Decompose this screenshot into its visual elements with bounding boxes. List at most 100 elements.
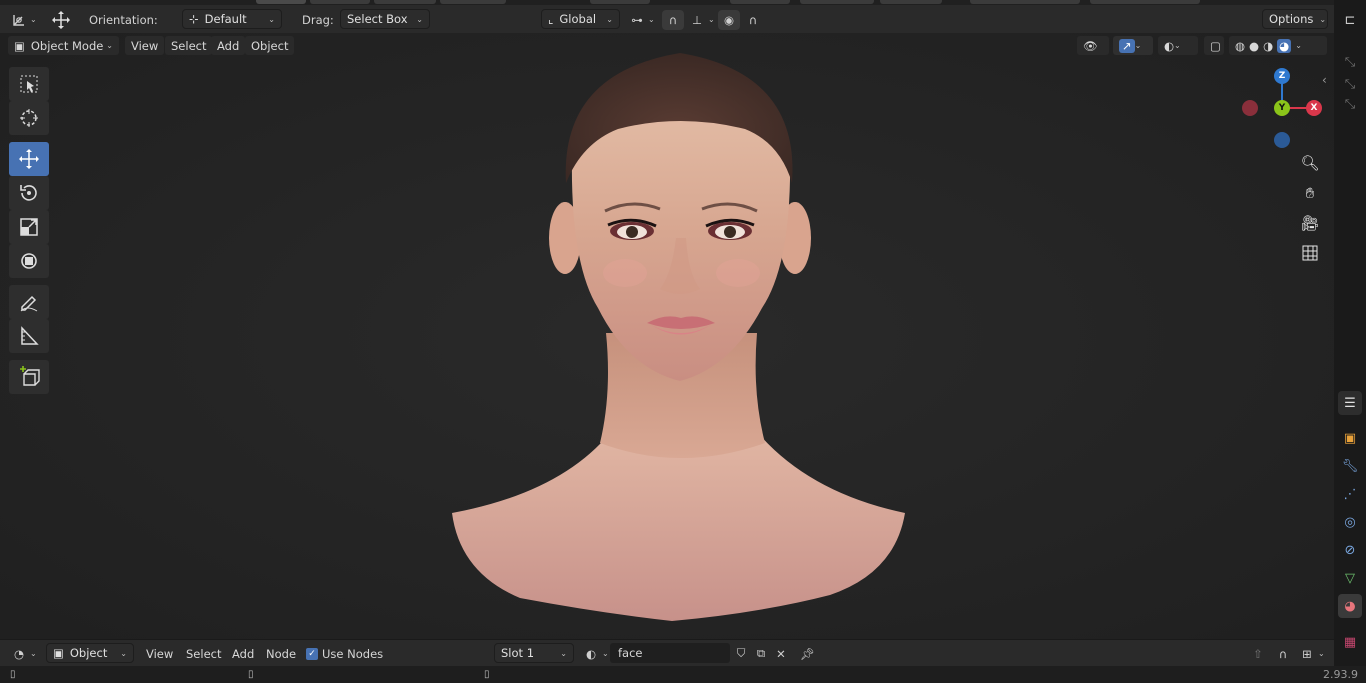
gizmo-x-axis[interactable]: X bbox=[1306, 100, 1322, 116]
drag-dropdown[interactable]: Select Box ⌄ bbox=[340, 9, 430, 29]
snap-element-dropdown[interactable]: ⊥ ⌄ bbox=[686, 9, 715, 30]
snap-element-dropdown[interactable]: ⊞ ⌄ bbox=[1296, 643, 1325, 664]
workspace-tab[interactable] bbox=[440, 0, 506, 4]
material-icon[interactable]: ◕ bbox=[1338, 594, 1362, 618]
sidebar-toggle-chevron-icon[interactable]: ‹ bbox=[1322, 73, 1327, 87]
visibility-dropdown[interactable]: 👁 bbox=[1077, 36, 1109, 55]
orientation-dropdown[interactable]: ⊹ Default ⌄ bbox=[182, 9, 282, 29]
camera-icon[interactable]: 🎥︎ bbox=[1298, 211, 1322, 235]
3d-viewport[interactable]: ▣ Object Mode ⌄ View Select Add Object 👁… bbox=[0, 33, 1334, 639]
material-name-field[interactable]: face bbox=[610, 643, 730, 663]
workspace-tab[interactable] bbox=[374, 0, 436, 4]
tool-settings-tab-icon[interactable]: ☰ bbox=[1338, 391, 1362, 415]
object-mode-dropdown[interactable]: ▣ Object Mode ⌄ bbox=[8, 36, 119, 55]
menu-select[interactable]: Select bbox=[165, 36, 213, 55]
gizmo-neg-z-axis[interactable] bbox=[1274, 132, 1290, 148]
menu-select[interactable]: Select bbox=[180, 644, 228, 663]
material-preview-shading-icon[interactable]: ◑ bbox=[1263, 39, 1273, 53]
menu-node[interactable]: Node bbox=[260, 644, 303, 663]
workspace-tab-active[interactable] bbox=[256, 0, 306, 4]
gizmo-neg-x-axis[interactable] bbox=[1242, 100, 1258, 116]
chevron-down-icon: ⌄ bbox=[106, 41, 113, 50]
options-dropdown[interactable]: Options ⌄ bbox=[1262, 9, 1328, 29]
workspace-tab[interactable] bbox=[310, 0, 370, 4]
transform-orientation-dropdown[interactable]: ⌞ Global ⌄ bbox=[541, 9, 620, 29]
shader-type-dropdown[interactable]: ▣ Object ⌄ bbox=[46, 643, 134, 663]
tool-transform[interactable] bbox=[9, 244, 49, 278]
proportional-edit-icon: ◉ bbox=[718, 9, 740, 30]
menu-add[interactable]: Add bbox=[226, 644, 261, 663]
tool-rotate[interactable] bbox=[9, 176, 49, 210]
gizmo-toggle[interactable]: ↗ ⌄ bbox=[1113, 36, 1153, 55]
editor-type-selector[interactable]: ⌄ bbox=[8, 9, 37, 30]
zoom-icon[interactable]: 🔍︎ bbox=[1298, 151, 1322, 175]
wireframe-shading-icon[interactable]: ◍ bbox=[1235, 39, 1245, 53]
add-cube-icon bbox=[20, 366, 40, 386]
gizmo-z-axis[interactable]: Z bbox=[1274, 68, 1290, 84]
tool-annotate[interactable] bbox=[9, 285, 49, 319]
workspace-tab[interactable] bbox=[590, 0, 650, 4]
chevron-down-icon: ⌄ bbox=[1295, 41, 1302, 50]
tool-cursor[interactable] bbox=[9, 101, 49, 135]
move-icon bbox=[19, 149, 39, 169]
overlays-icon: ◐ bbox=[1164, 38, 1175, 53]
material-name-value: face bbox=[618, 646, 643, 660]
magnet-icon: ∩ bbox=[662, 9, 684, 30]
perspective-grid-icon[interactable] bbox=[1298, 241, 1322, 265]
active-tool-move-icon[interactable] bbox=[50, 9, 72, 30]
pan-hand-icon[interactable]: ✋︎ bbox=[1298, 181, 1322, 205]
snap-toggle[interactable]: ∩ bbox=[662, 9, 684, 30]
orientation-icon: ⊹ bbox=[189, 12, 199, 26]
fake-user-toggle[interactable]: ⛉ bbox=[730, 643, 752, 664]
orientation-value: Default bbox=[204, 12, 247, 26]
tool-select-box[interactable] bbox=[9, 67, 49, 101]
overlays-dropdown[interactable]: ◐ ⌄ bbox=[1158, 36, 1198, 55]
object-mode-icon: ▣ bbox=[14, 38, 25, 53]
xray-toggle[interactable]: ▢ bbox=[1204, 36, 1224, 55]
tool-scale[interactable] bbox=[9, 210, 49, 244]
menu-add[interactable]: Add bbox=[211, 36, 246, 55]
browse-material-dropdown[interactable]: ◐ ⌄ bbox=[580, 643, 609, 664]
texture-checker-icon[interactable]: ▦ bbox=[1338, 630, 1362, 654]
workspace-tab[interactable] bbox=[880, 0, 942, 4]
chevron-down-icon: ⌄ bbox=[1174, 41, 1181, 50]
modifier-wrench-icon[interactable]: 🔧︎ bbox=[1338, 454, 1362, 478]
viewport-header: ▣ Object Mode ⌄ View Select Add Object 👁… bbox=[0, 33, 1334, 57]
snap-toggle[interactable]: ∩ bbox=[1272, 643, 1294, 664]
constraints-icon[interactable]: ⊘ bbox=[1338, 538, 1362, 562]
pivot-point-dropdown[interactable]: ⊶ ⌄ bbox=[626, 9, 654, 30]
tool-move[interactable] bbox=[9, 142, 49, 176]
proportional-falloff-dropdown[interactable]: ∩ bbox=[742, 9, 764, 30]
blender-window: ⌄ Orientation: ⊹ Default ⌄ Drag: Select … bbox=[0, 0, 1366, 683]
properties-tab-strip: ⊏ ⤡ ⤡ ⤡ ☰ ▣ 🔧︎ ⋰ ◎ ⊘ ▽ ◕ ▦ bbox=[1334, 0, 1366, 683]
shield-icon: ⛉ bbox=[736, 646, 746, 660]
tool-measure[interactable] bbox=[9, 319, 49, 353]
mesh-data-icon[interactable]: ▽ bbox=[1338, 566, 1362, 590]
use-nodes-checkbox[interactable]: ✓ Use Nodes bbox=[306, 643, 383, 664]
tool-icon[interactable]: ⤡ bbox=[1338, 92, 1362, 116]
workspace-tab[interactable] bbox=[970, 0, 1080, 4]
material-slot-dropdown[interactable]: Slot 1 ⌄ bbox=[494, 643, 574, 663]
rotate-icon bbox=[20, 185, 37, 201]
solid-shading-icon[interactable]: ● bbox=[1249, 39, 1259, 53]
physics-icon[interactable]: ◎ bbox=[1338, 510, 1362, 534]
menu-object[interactable]: Object bbox=[245, 36, 295, 55]
menu-view[interactable]: View bbox=[125, 36, 165, 55]
tool-add-cube[interactable] bbox=[9, 360, 49, 394]
workspace-tab[interactable] bbox=[800, 0, 874, 4]
proportional-editing-toggle[interactable]: ◉ bbox=[718, 9, 740, 30]
tool-icon[interactable]: ⤡ bbox=[1338, 50, 1362, 74]
duplicate-material-button[interactable]: ⧉ bbox=[750, 643, 772, 664]
parent-node-tree-button[interactable]: ⇧ bbox=[1247, 643, 1269, 664]
outliner-icon[interactable]: ⊏ bbox=[1338, 8, 1362, 32]
workspace-tab[interactable] bbox=[1090, 0, 1200, 4]
menu-view[interactable]: View bbox=[140, 644, 180, 663]
particles-icon[interactable]: ⋰ bbox=[1338, 482, 1362, 506]
gizmo-y-axis[interactable]: Y bbox=[1274, 100, 1290, 116]
pin-toggle[interactable]: 📌︎ bbox=[796, 643, 818, 664]
editor-type-selector[interactable]: ◔ ⌄ bbox=[8, 643, 37, 664]
rendered-shading-icon[interactable]: ◕ bbox=[1277, 38, 1292, 53]
workspace-tab[interactable] bbox=[730, 0, 790, 4]
unlink-material-button[interactable]: ✕ bbox=[770, 643, 792, 664]
object-properties-icon[interactable]: ▣ bbox=[1338, 426, 1362, 450]
